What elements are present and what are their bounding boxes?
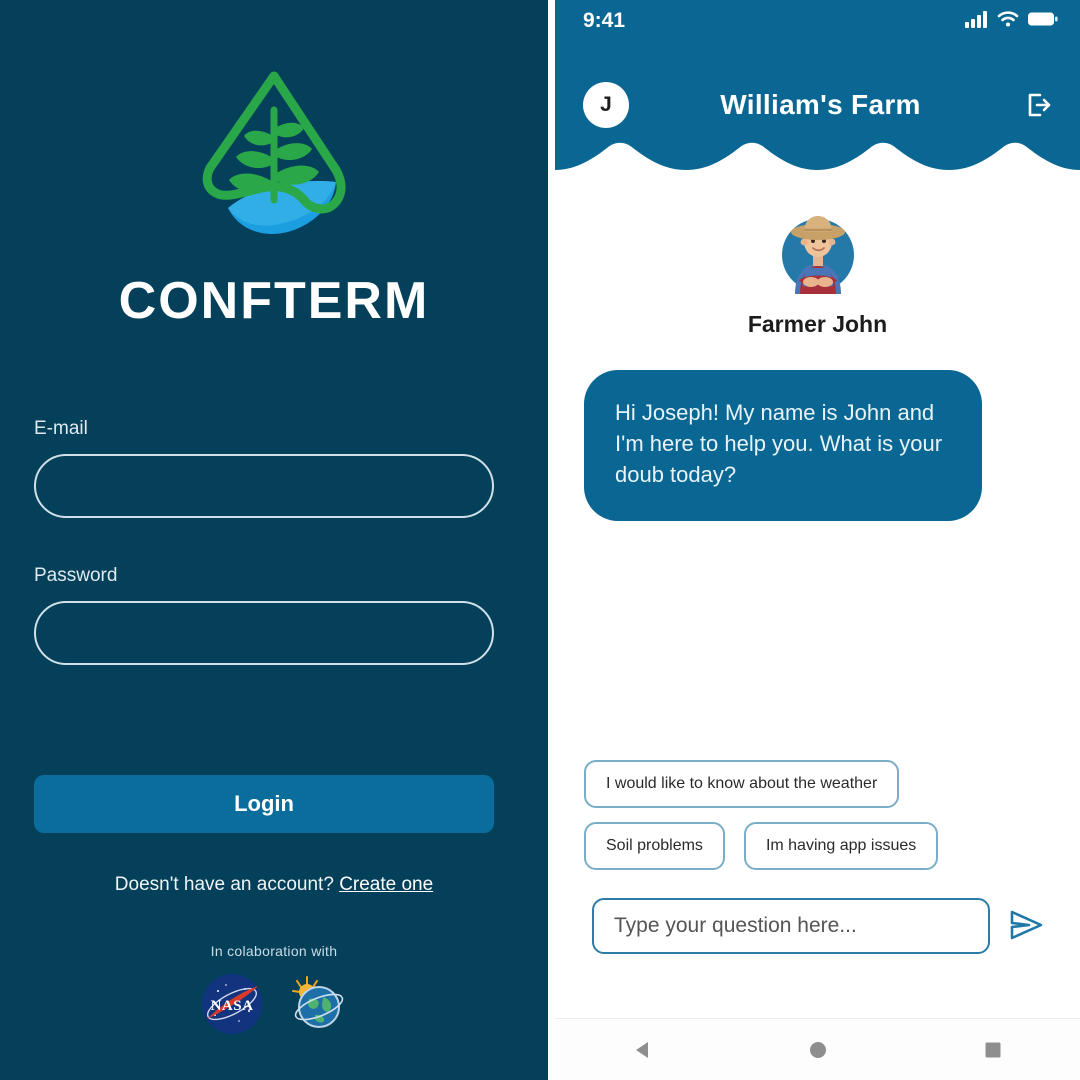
suggestion-chip-weather[interactable]: I would like to know about the weather bbox=[584, 760, 900, 808]
scalloped-wave-divider bbox=[555, 140, 1080, 212]
nasa-logo-icon: NASA bbox=[201, 973, 263, 1040]
send-button[interactable] bbox=[1005, 905, 1047, 947]
bot-identity: Farmer John bbox=[555, 208, 1080, 338]
form-spacer bbox=[34, 518, 494, 565]
android-nav-bar bbox=[555, 1018, 1080, 1080]
login-form: E-mail Password bbox=[34, 418, 494, 665]
password-label: Password bbox=[34, 565, 118, 586]
suggestion-chip-app-issues[interactable]: Im having app issues bbox=[743, 822, 939, 870]
login-screen: CONFTERM E-mail Password Login Doesn't h… bbox=[0, 0, 548, 1080]
back-triangle-icon[interactable] bbox=[608, 1030, 678, 1070]
email-field[interactable] bbox=[34, 454, 494, 518]
email-label: E-mail bbox=[34, 418, 88, 439]
suggestion-chips: I would like to know about the weather S… bbox=[584, 760, 1004, 870]
signup-row: Doesn't have an account? Create one bbox=[0, 874, 548, 896]
phone-screen: 9:41 J William's Farm Farmer John Hi Jos… bbox=[555, 0, 1080, 1080]
send-paper-plane-icon bbox=[1007, 908, 1045, 945]
question-input[interactable] bbox=[592, 898, 990, 954]
status-icons bbox=[965, 10, 1058, 33]
suggestion-chip-soil[interactable]: Soil problems bbox=[584, 822, 725, 870]
chat-bubble: Hi Joseph! My name is John and I'm here … bbox=[584, 370, 982, 521]
svg-text:NASA: NASA bbox=[211, 998, 254, 1014]
globe-sun-logo-icon bbox=[285, 973, 347, 1040]
page-title: William's Farm bbox=[720, 89, 921, 120]
logout-icon[interactable] bbox=[1018, 89, 1058, 121]
home-circle-icon[interactable] bbox=[783, 1030, 853, 1070]
brand-name: CONFTERM bbox=[118, 272, 430, 330]
partner-logos: NASA bbox=[0, 973, 548, 1040]
farmer-avatar-icon bbox=[775, 208, 861, 299]
suggestion-row-2: Soil problems Im having app issues bbox=[584, 822, 1004, 870]
cellular-signal-icon bbox=[965, 10, 988, 33]
collaboration-section: In colaboration with NASA bbox=[0, 943, 548, 1040]
leaf-water-drop-logo-icon bbox=[184, 58, 364, 253]
signup-prompt: Doesn't have an account? bbox=[114, 874, 334, 895]
create-account-link[interactable]: Create one bbox=[339, 874, 433, 895]
brand-block: CONFTERM bbox=[0, 58, 548, 331]
battery-full-icon bbox=[1028, 11, 1058, 32]
password-field[interactable] bbox=[34, 601, 494, 665]
suggestion-row-1: I would like to know about the weather bbox=[584, 760, 1004, 808]
message-composer bbox=[592, 898, 1047, 954]
login-button[interactable]: Login bbox=[34, 775, 494, 833]
status-time: 9:41 bbox=[583, 9, 626, 32]
wifi-icon bbox=[997, 10, 1019, 33]
status-bar: 9:41 bbox=[555, 0, 1080, 42]
recents-square-icon[interactable] bbox=[958, 1030, 1028, 1070]
collaboration-title: In colaboration with bbox=[210, 943, 338, 959]
phone-preview: 9:41 J William's Farm Farmer John Hi Jos… bbox=[548, 0, 1080, 1080]
bot-name: Farmer John bbox=[747, 311, 888, 337]
